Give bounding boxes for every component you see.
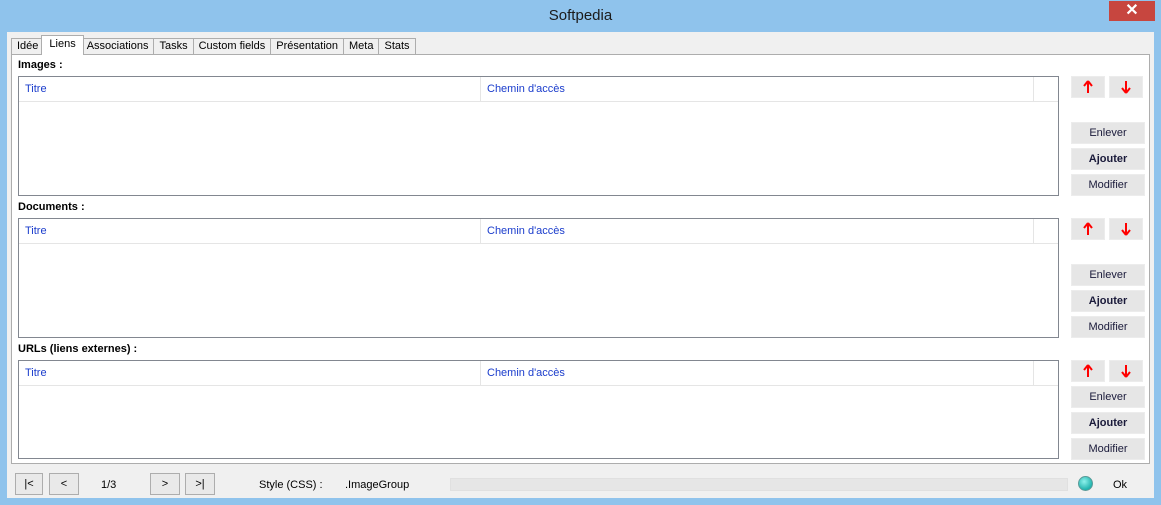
tab-presentation[interactable]: Présentation bbox=[270, 38, 345, 55]
previous-page-button[interactable]: < bbox=[49, 473, 79, 495]
arrow-up-icon bbox=[1083, 222, 1093, 235]
ok-status-label[interactable]: Ok bbox=[1113, 479, 1127, 491]
column-header-chemin[interactable]: Chemin d'accès bbox=[481, 77, 1034, 102]
first-page-button[interactable]: |< bbox=[15, 473, 43, 495]
next-page-button[interactable]: > bbox=[150, 473, 180, 495]
column-header-titre[interactable]: Titre bbox=[19, 77, 481, 102]
urls-add-button[interactable]: Ajouter bbox=[1071, 412, 1145, 434]
liens-tab-panel: Images : Titre Chemin d'accès Enlever Aj… bbox=[11, 54, 1150, 464]
style-css-value: .ImageGroup bbox=[345, 479, 410, 491]
urls-list-header: Titre Chemin d'accès bbox=[19, 361, 1058, 386]
arrow-up-icon bbox=[1083, 80, 1093, 93]
urls-list[interactable]: Titre Chemin d'accès bbox=[18, 360, 1059, 459]
arrow-down-icon bbox=[1121, 365, 1131, 378]
main-window: Idée Liens Associations Tasks Custom fie… bbox=[7, 32, 1154, 498]
images-remove-button[interactable]: Enlever bbox=[1071, 122, 1145, 144]
tab-liens[interactable]: Liens bbox=[41, 35, 84, 55]
documents-remove-button[interactable]: Enlever bbox=[1071, 264, 1145, 286]
arrow-down-icon bbox=[1121, 81, 1131, 94]
column-header-chemin[interactable]: Chemin d'accès bbox=[481, 361, 1034, 386]
column-header-titre[interactable]: Titre bbox=[19, 361, 481, 386]
images-section-label: Images : bbox=[18, 59, 63, 71]
title-bar: Softpedia ✕ bbox=[0, 0, 1161, 32]
images-list[interactable]: Titre Chemin d'accès bbox=[18, 76, 1059, 196]
images-add-button[interactable]: Ajouter bbox=[1071, 148, 1145, 170]
images-edit-button[interactable]: Modifier bbox=[1071, 174, 1145, 196]
images-list-header: Titre Chemin d'accès bbox=[19, 77, 1058, 102]
urls-remove-button[interactable]: Enlever bbox=[1071, 386, 1145, 408]
documents-move-up-button[interactable] bbox=[1071, 218, 1105, 240]
images-move-down-button[interactable] bbox=[1109, 76, 1143, 98]
column-header-chemin[interactable]: Chemin d'accès bbox=[481, 219, 1034, 244]
tab-custom-fields[interactable]: Custom fields bbox=[192, 38, 272, 55]
page-indicator: 1/3 bbox=[101, 479, 117, 491]
status-led-icon bbox=[1078, 476, 1093, 491]
progress-bar bbox=[450, 478, 1068, 491]
documents-add-button[interactable]: Ajouter bbox=[1071, 290, 1145, 312]
urls-move-down-button[interactable] bbox=[1109, 360, 1143, 382]
tab-stats[interactable]: Stats bbox=[378, 38, 416, 55]
arrow-down-icon bbox=[1121, 223, 1131, 236]
tab-associations[interactable]: Associations bbox=[80, 38, 155, 55]
tab-tasks[interactable]: Tasks bbox=[153, 38, 194, 55]
tab-meta[interactable]: Meta bbox=[343, 38, 380, 55]
urls-section-label: URLs (liens externes) : bbox=[18, 343, 138, 355]
arrow-up-icon bbox=[1083, 364, 1093, 377]
last-page-button[interactable]: >| bbox=[185, 473, 215, 495]
tab-strip: Idée Liens Associations Tasks Custom fie… bbox=[11, 35, 416, 55]
style-css-label: Style (CSS) : bbox=[259, 479, 323, 491]
urls-move-up-button[interactable] bbox=[1071, 360, 1105, 382]
urls-edit-button[interactable]: Modifier bbox=[1071, 438, 1145, 460]
window-title: Softpedia bbox=[548, 7, 613, 24]
documents-section-label: Documents : bbox=[18, 201, 85, 213]
documents-move-down-button[interactable] bbox=[1109, 218, 1143, 240]
close-button[interactable]: ✕ bbox=[1109, 1, 1155, 21]
column-header-titre[interactable]: Titre bbox=[19, 219, 481, 244]
documents-list[interactable]: Titre Chemin d'accès bbox=[18, 218, 1059, 338]
images-move-up-button[interactable] bbox=[1071, 76, 1105, 98]
tab-idee[interactable]: Idée bbox=[11, 38, 45, 55]
documents-list-header: Titre Chemin d'accès bbox=[19, 219, 1058, 244]
documents-edit-button[interactable]: Modifier bbox=[1071, 316, 1145, 338]
